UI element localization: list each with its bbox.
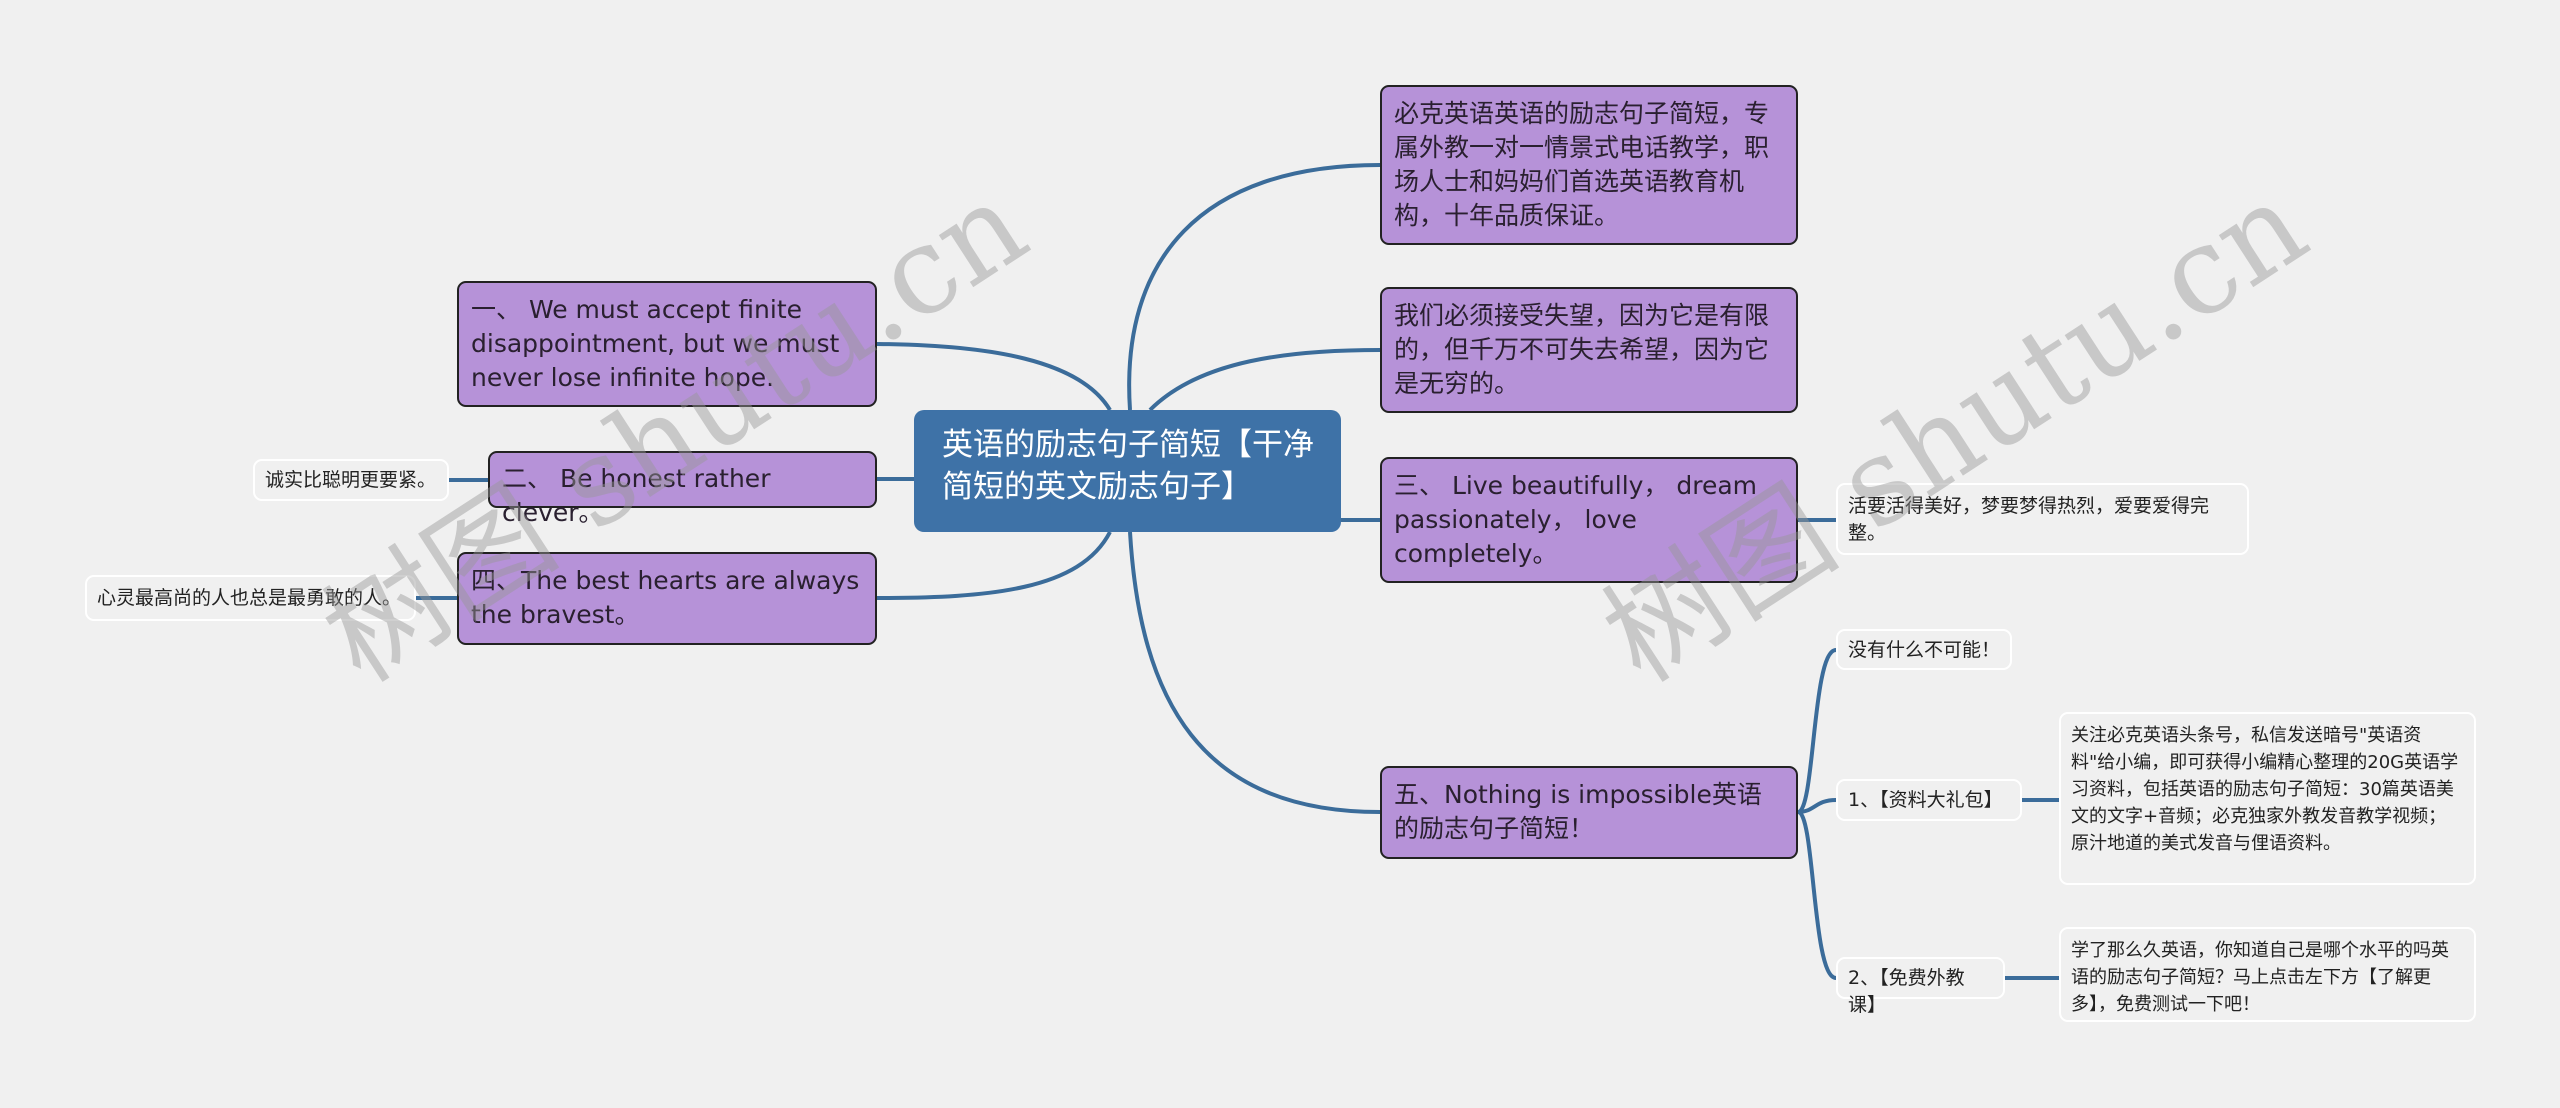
detail-text: 关注必克英语头条号，私信发送暗号"英语资料"给小编，即可获得小编精心整理的20G…: [2071, 725, 2459, 854]
topic-right-5[interactable]: 五、Nothing is impossible英语的励志句子简短！: [1380, 766, 1798, 859]
leaf-right-5-1[interactable]: 没有什么不可能！: [1836, 629, 2012, 670]
topic-label: 四、The best hearts are always the bravest…: [471, 566, 860, 629]
topic-label: 我们必须接受失望，因为它是有限的，但千万不可失去希望，因为它是无穷的。: [1394, 301, 1770, 398]
topic-label: 三、 Live beautifully， dream passionately，…: [1394, 471, 1758, 568]
leaf-label: 没有什么不可能！: [1848, 639, 2001, 661]
link-right5-to-child-1: [1796, 648, 1837, 814]
link-root-to-left-4: [876, 531, 1112, 600]
topic-label: 五、Nothing is impossible英语的励志句子简短！: [1394, 780, 1762, 843]
leaf-right-5-2[interactable]: 1、【资料大礼包】: [1836, 779, 2022, 821]
topic-label: 二、 Be honest rather clever。: [502, 464, 771, 527]
topic-label: 一、 We must accept finite disappointment,…: [471, 295, 840, 392]
detail-right-5-3[interactable]: 学了那么久英语，你知道自己是哪个水平的吗英语的励志句子简短？马上点击左下方【了解…: [2059, 927, 2476, 1022]
topic-left-2[interactable]: 二、 Be honest rather clever。: [488, 451, 877, 527]
topic-left-1[interactable]: 一、 We must accept finite disappointment,…: [457, 281, 877, 407]
link-root-to-right-1: [1127, 163, 1381, 411]
topic-right-1[interactable]: 必克英语英语的励志句子简短，专属外教一对一情景式电话教学，职场人士和妈妈们首选英…: [1380, 85, 1798, 245]
leaf-label: 诚实比聪明更要紧。: [265, 469, 437, 491]
leaf-right-3[interactable]: 活要活得美好，梦要梦得热烈，爱要爱得完整。: [1836, 483, 2249, 555]
link-right5-to-child-3: [1796, 810, 1837, 980]
detail-right-5-2[interactable]: 关注必克英语头条号，私信发送暗号"英语资料"给小编，即可获得小编精心整理的20G…: [2059, 712, 2476, 885]
leaf-label: 2、【免费外教课】: [1848, 967, 1965, 1016]
leaf-right-5-3[interactable]: 2、【免费外教课】: [1836, 957, 2005, 1016]
link-root-to-left-1: [876, 342, 1112, 412]
root-title: 英语的励志句子简短【干净简短的英文励志句子】: [942, 427, 1314, 505]
root-topic[interactable]: 英语的励志句子简短【干净简短的英文励志句子】: [914, 410, 1341, 532]
leaf-label: 1、【资料大礼包】: [1848, 789, 2003, 811]
detail-text: 学了那么久英语，你知道自己是哪个水平的吗英语的励志句子简短？马上点击左下方【了解…: [2071, 940, 2449, 1015]
link-right5-to-child-2: [1797, 798, 1837, 814]
leaf-left-4[interactable]: 心灵最高尚的人也总是最勇敢的人。: [85, 575, 416, 621]
leaf-label: 活要活得美好，梦要梦得热烈，爱要爱得完整。: [1848, 495, 2210, 544]
leaf-label: 心灵最高尚的人也总是最勇敢的人。: [97, 587, 402, 609]
topic-label: 必克英语英语的励志句子简短，专属外教一对一情景式电话教学，职场人士和妈妈们首选英…: [1394, 99, 1770, 230]
leaf-left-2[interactable]: 诚实比聪明更要紧。: [253, 459, 449, 501]
topic-right-3[interactable]: 三、 Live beautifully， dream passionately，…: [1380, 457, 1798, 583]
topic-right-2[interactable]: 我们必须接受失望，因为它是有限的，但千万不可失去希望，因为它是无穷的。: [1380, 287, 1798, 413]
topic-left-4[interactable]: 四、The best hearts are always the bravest…: [457, 552, 877, 645]
link-root-to-right-2: [1148, 348, 1381, 412]
link-root-to-right-5: [1128, 531, 1381, 814]
